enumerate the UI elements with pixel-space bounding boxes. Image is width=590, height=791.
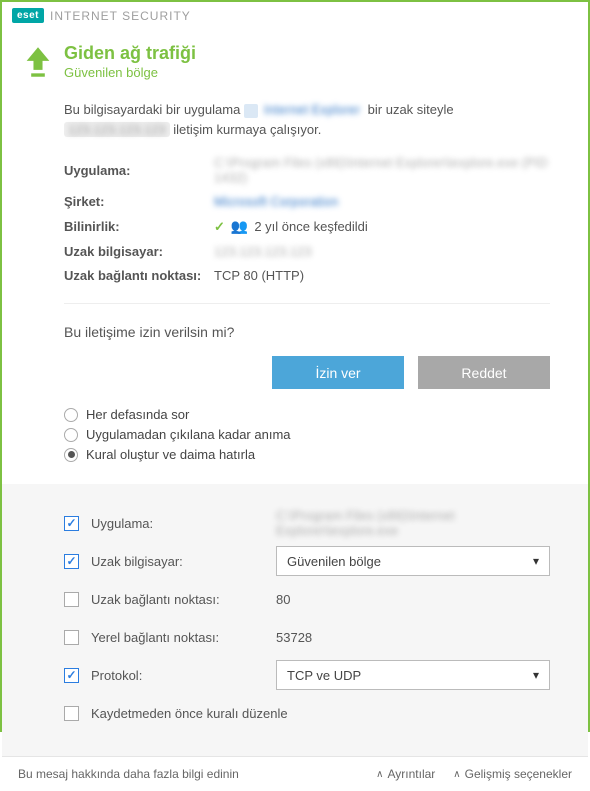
intro-host-blur: 123.123.123.123 xyxy=(64,122,170,137)
chevron-up-icon: ∧ xyxy=(453,769,460,780)
titlebar: eset INTERNET SECURITY xyxy=(2,2,588,29)
company-value[interactable]: Microsoft Corporation xyxy=(214,194,550,209)
question-text: Bu iletişime izin verilsin mi? xyxy=(64,324,550,340)
product-name: INTERNET SECURITY xyxy=(50,9,191,23)
advanced-toggle[interactable]: ∧Gelişmiş seçenekler xyxy=(453,767,572,781)
select-protocol[interactable]: TCP ve UDP ▾ xyxy=(276,660,550,690)
radio-remember-until-exit[interactable]: Uygulamadan çıkılana kadar anıma xyxy=(64,427,550,442)
intro-text: Bu bilgisayardaki bir uygulama Internet … xyxy=(64,100,550,139)
details-toggle[interactable]: ∧Ayrıntılar xyxy=(376,767,435,781)
footer: Bu mesaj hakkında daha fazla bilgi edini… xyxy=(2,756,588,791)
port-value: TCP 80 (HTTP) xyxy=(214,268,550,283)
reputation-text: 2 yıl önce keşfedildi xyxy=(254,219,367,234)
rule-protocol: Protokol: TCP ve UDP ▾ xyxy=(64,660,550,690)
content: Bu bilgisayardaki bir uygulama Internet … xyxy=(2,100,588,324)
chevron-up-icon: ∧ xyxy=(376,769,383,780)
checkbox-edit-before-save[interactable] xyxy=(64,706,79,721)
app-path-value: C:\Program Files (x86)\Internet Explorer… xyxy=(214,155,550,185)
checkbox-remote[interactable] xyxy=(64,554,79,569)
rule-application: Uygulama: C:\Program Files (x86)\Interne… xyxy=(64,508,550,538)
row-reputation: Bilinirlik: ✓👥2 yıl önce keşfedildi xyxy=(64,218,550,235)
row-application: Uygulama: C:\Program Files (x86)\Interne… xyxy=(64,155,550,185)
rule-remote-port: Uzak bağlantı noktası: 80 xyxy=(64,584,550,614)
question-block: Bu iletişime izin verilsin mi? İzin ver … xyxy=(2,324,588,484)
remote-value: 123.123.123.123 xyxy=(214,244,550,259)
radio-ask-every-time[interactable]: Her defasında sor xyxy=(64,407,550,422)
radio-create-rule[interactable]: Kural oluştur ve daima hatırla xyxy=(64,447,550,462)
radio-icon xyxy=(64,408,78,422)
radio-icon xyxy=(64,448,78,462)
rule-remote-computer: Uzak bilgisayar: Güvenilen bölge ▾ xyxy=(64,546,550,576)
more-info-link[interactable]: Bu mesaj hakkında daha fazla bilgi edini… xyxy=(18,767,239,781)
row-remote-port: Uzak bağlantı noktası: TCP 80 (HTTP) xyxy=(64,268,550,283)
ie-icon xyxy=(244,104,258,118)
row-company: Şirket: Microsoft Corporation xyxy=(64,194,550,209)
intro-app-blur: Internet Explorer xyxy=(260,102,364,117)
header: Giden ağ trafiği Güvenilen bölge xyxy=(2,29,588,100)
rule-edit-before-save: Kaydetmeden önce kuralı düzenle xyxy=(64,698,550,728)
divider xyxy=(64,303,550,304)
dialog-title: Giden ağ trafiği xyxy=(64,43,196,64)
checkbox-local-port[interactable] xyxy=(64,630,79,645)
allow-button[interactable]: İzin ver xyxy=(272,356,404,389)
rule-local-port: Yerel bağlantı noktası: 53728 xyxy=(64,622,550,652)
radio-icon xyxy=(64,428,78,442)
deny-button[interactable]: Reddet xyxy=(418,356,550,389)
upload-arrow-icon xyxy=(24,45,52,82)
rule-options: Uygulama: C:\Program Files (x86)\Interne… xyxy=(2,484,588,756)
chevron-down-icon: ▾ xyxy=(533,668,539,682)
eset-logo: eset xyxy=(12,8,44,23)
checkbox-remote-port[interactable] xyxy=(64,592,79,607)
check-icon: ✓ xyxy=(214,219,225,234)
checkbox-application[interactable] xyxy=(64,516,79,531)
chevron-down-icon: ▾ xyxy=(533,554,539,568)
dialog-subtitle: Güvenilen bölge xyxy=(64,65,196,80)
people-icon: 👥 xyxy=(231,218,248,234)
select-remote-zone[interactable]: Güvenilen bölge ▾ xyxy=(276,546,550,576)
checkbox-protocol[interactable] xyxy=(64,668,79,683)
row-remote-computer: Uzak bilgisayar: 123.123.123.123 xyxy=(64,244,550,259)
